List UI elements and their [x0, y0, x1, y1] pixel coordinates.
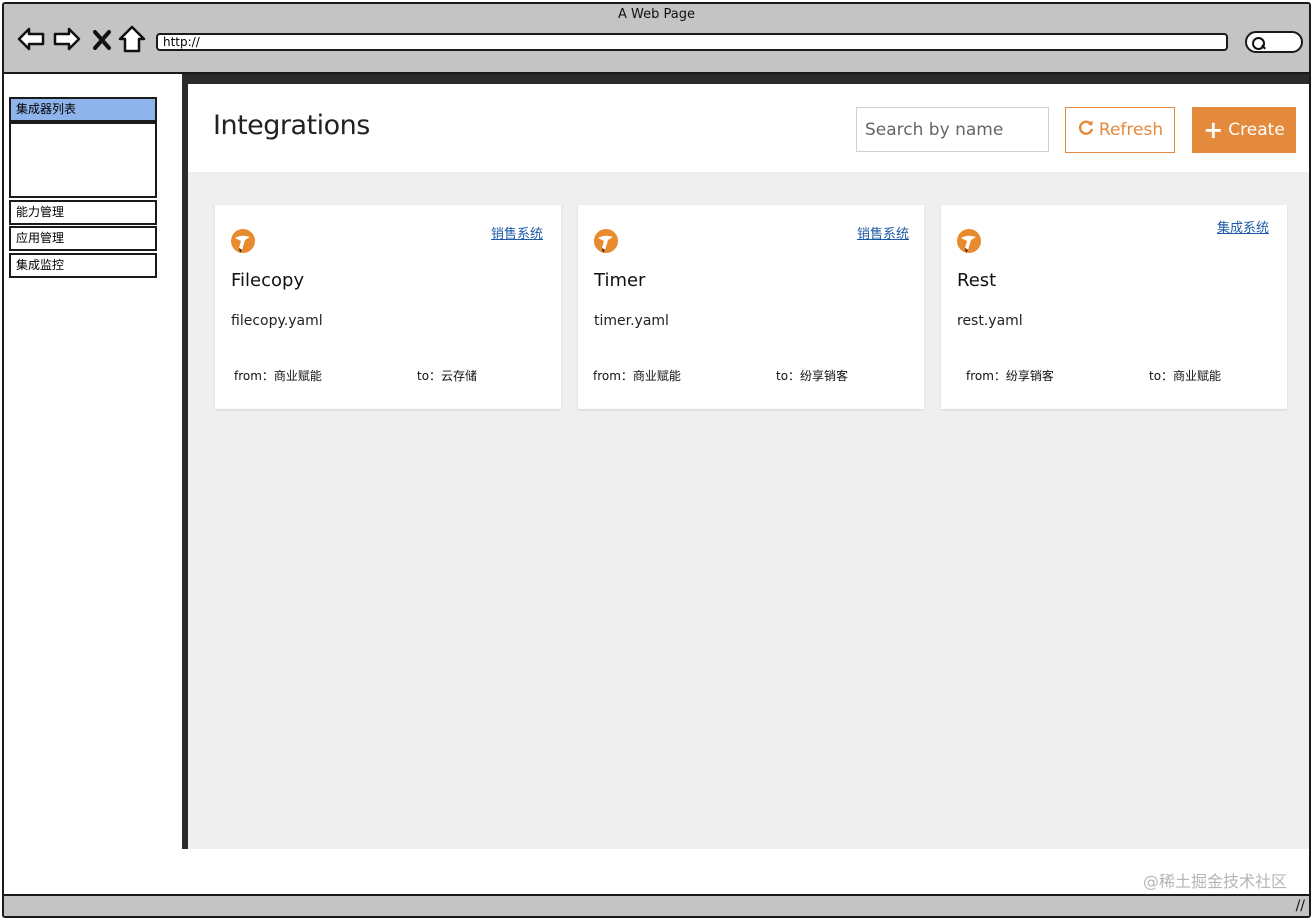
create-label: Create — [1228, 120, 1285, 140]
home-icon[interactable] — [118, 24, 146, 54]
card-to: to：商业赋能 — [1149, 369, 1222, 383]
resize-grip-icon[interactable]: // — [1296, 898, 1305, 914]
address-bar[interactable]: http:// — [156, 33, 1228, 51]
card-filename: timer.yaml — [594, 313, 669, 329]
card-to: to：云存储 — [417, 369, 478, 383]
window-title: A Web Page — [618, 7, 695, 22]
create-button[interactable]: + Create — [1192, 107, 1296, 153]
sidebar: 集成器列表 能力管理 应用管理 集成监控 — [4, 74, 182, 846]
card-filename: rest.yaml — [957, 313, 1023, 329]
card-tag-link[interactable]: 销售系统 — [491, 223, 543, 242]
card-to: to：纷享销客 — [776, 369, 849, 383]
title-bar: A Web Page http:// — [4, 4, 1309, 74]
card-title: Filecopy — [231, 270, 305, 291]
camel-logo-icon — [956, 226, 982, 256]
camel-logo-icon — [230, 226, 256, 256]
integration-card[interactable]: 集成系统 Rest rest.yaml from：纷享销客 to：商业赋能 — [941, 205, 1287, 409]
card-from: from：纷享销客 — [966, 369, 1054, 383]
browser-search-box[interactable] — [1245, 31, 1303, 53]
watermark: @稀土掘金技术社区 — [1142, 872, 1287, 891]
integration-card[interactable]: 销售系统 Filecopy filecopy.yaml from：商业赋能 to… — [215, 205, 561, 409]
status-bar: // — [4, 894, 1309, 916]
camel-logo-icon — [593, 226, 619, 256]
card-from: from：商业赋能 — [234, 369, 322, 383]
sidebar-blank-panel — [9, 122, 157, 198]
card-filename: filecopy.yaml — [231, 313, 323, 329]
refresh-icon — [1077, 119, 1095, 142]
page-header: Integrations Refresh + Create — [188, 84, 1309, 172]
card-title: Rest — [957, 270, 997, 291]
forward-arrow-icon[interactable] — [52, 24, 82, 54]
sidebar-item-capability-management[interactable]: 能力管理 — [9, 200, 157, 225]
back-arrow-icon[interactable] — [16, 24, 46, 54]
card-title: Timer — [594, 270, 646, 291]
refresh-button[interactable]: Refresh — [1065, 107, 1175, 153]
close-icon[interactable] — [90, 24, 114, 54]
card-from: from：商业赋能 — [593, 369, 681, 383]
search-input[interactable] — [856, 107, 1049, 152]
sidebar-item-integrator-list[interactable]: 集成器列表 — [9, 97, 157, 122]
browser-window: A Web Page http:// 集成器列表 能力管理 应用管理 集成监控 … — [2, 2, 1311, 918]
main-content: Integrations Refresh + Create 销售系统 Filec… — [188, 84, 1309, 849]
plus-icon: + — [1203, 116, 1224, 144]
card-tag-link[interactable]: 销售系统 — [857, 223, 909, 242]
integration-card[interactable]: 销售系统 Timer timer.yaml from：商业赋能 to：纷享销客 — [578, 205, 924, 409]
refresh-label: Refresh — [1098, 120, 1164, 140]
page-title: Integrations — [213, 110, 370, 141]
card-tag-link[interactable]: 集成系统 — [1217, 217, 1269, 236]
sidebar-item-application-management[interactable]: 应用管理 — [9, 226, 157, 251]
sidebar-item-integration-monitoring[interactable]: 集成监控 — [9, 253, 157, 278]
